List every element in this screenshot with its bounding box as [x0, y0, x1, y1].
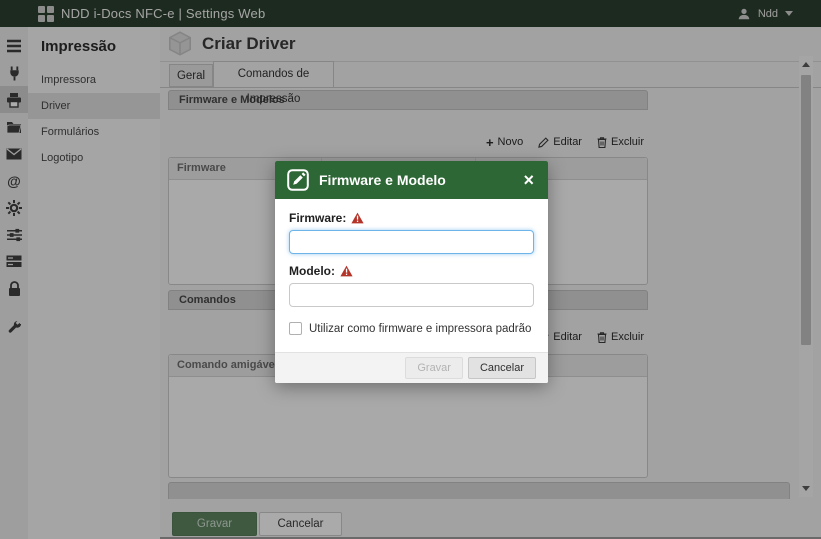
close-icon[interactable]: × [521, 171, 536, 189]
modal-header: Firmware e Modelo × [275, 161, 548, 199]
modal-body: Firmware: Modelo: Utilizar como firmware… [275, 199, 548, 335]
warning-icon [351, 212, 364, 223]
default-checkbox-row: Utilizar como firmware e impressora padr… [289, 322, 534, 335]
default-checkbox[interactable] [289, 322, 302, 335]
app-window: NDD i-Docs NFC-e | Settings Web Ndd @ Im… [0, 0, 821, 539]
modal-save-button[interactable]: Gravar [405, 357, 463, 379]
firmware-input[interactable] [289, 230, 534, 254]
modelo-field-label: Modelo: [289, 263, 534, 278]
modal-footer: Gravar Cancelar [275, 352, 548, 383]
edit-icon [287, 169, 309, 191]
modal-cancel-button[interactable]: Cancelar [467, 357, 536, 379]
modal-title: Firmware e Modelo [319, 172, 446, 188]
warning-icon [340, 265, 353, 276]
default-checkbox-label: Utilizar como firmware e impressora padr… [309, 322, 532, 335]
firmware-modal: Firmware e Modelo × Firmware: Modelo: Ut… [275, 161, 548, 383]
firmware-field-label: Firmware: [289, 210, 534, 225]
modelo-input[interactable] [289, 283, 534, 307]
